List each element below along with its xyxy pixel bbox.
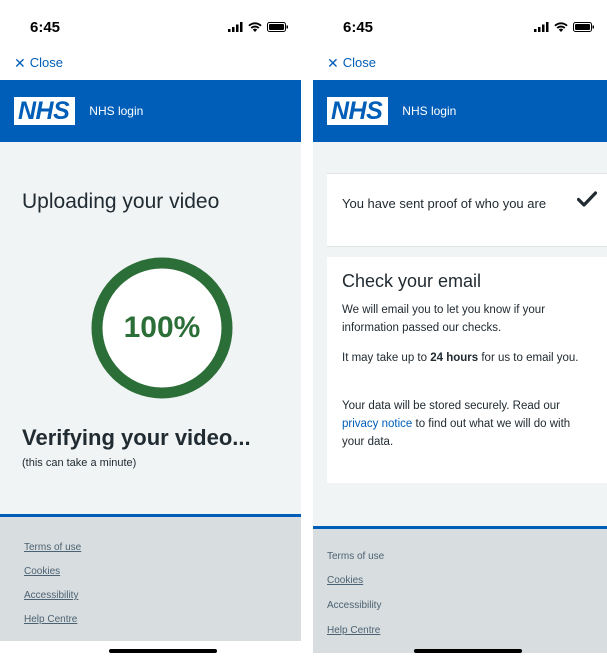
check-email-card: Check your email We will email you to le… <box>327 257 607 483</box>
verifying-heading: Verifying your video... <box>22 425 251 450</box>
home-indicator[interactable] <box>109 649 217 653</box>
progress-percentage: 100% <box>123 311 201 344</box>
close-icon: ✕ <box>14 54 26 71</box>
close-label: Close <box>29 55 63 70</box>
screenshot-stage: 6:45 ✕ Close NHS NHS login Uploading you… <box>0 0 607 659</box>
email-paragraph-notify: We will email you to let you know if you… <box>342 304 546 334</box>
verifying-subtext: (this can take a minute) <box>22 457 137 469</box>
status-time: 6:45 <box>30 19 61 36</box>
nhs-header: NHS NHS login <box>0 80 301 142</box>
email-paragraph-privacy: Your data will be stored securely. Read … <box>342 397 592 451</box>
nhs-logo: NHS <box>327 97 389 125</box>
page-title: Uploading your video <box>22 190 220 213</box>
service-name: NHS login <box>89 104 144 118</box>
checkmark-icon <box>576 191 598 212</box>
email-paragraph-timeframe: It may take up to 24 hours for us to ema… <box>342 349 592 367</box>
status-bar: 6:45 <box>0 0 301 48</box>
home-indicator[interactable] <box>414 649 522 653</box>
signal-icon <box>228 22 243 32</box>
privacy-notice-link[interactable]: privacy notice <box>342 418 412 430</box>
wifi-icon <box>248 22 262 32</box>
battery-icon <box>267 22 289 32</box>
signal-icon <box>534 22 549 32</box>
battery-icon <box>573 22 595 32</box>
close-button[interactable]: ✕ Close <box>327 55 376 70</box>
footer-link-cookies[interactable]: Cookies <box>24 566 60 577</box>
confirmation-text: You have sent proof of who you are <box>342 196 547 211</box>
status-icons <box>228 22 289 32</box>
timeframe-text-end: for us to email you. <box>478 352 579 364</box>
footer: Terms of use Cookies Accessibility Help … <box>313 529 607 653</box>
service-name: NHS login <box>402 104 457 118</box>
footer-link-accessibility[interactable]: Accessibility <box>24 590 78 601</box>
footer-link-help-centre[interactable]: Help Centre <box>24 614 77 625</box>
close-label: Close <box>342 55 376 70</box>
email-card-title: Check your email <box>342 271 482 291</box>
footer-link-terms[interactable]: Terms of use <box>24 542 81 553</box>
phone-screen-uploading: 6:45 ✕ Close NHS NHS login Uploading you… <box>0 0 301 659</box>
status-time: 6:45 <box>343 19 374 36</box>
nhs-header: NHS NHS login <box>313 80 607 142</box>
footer-link-terms[interactable]: Terms of use <box>327 551 384 562</box>
nhs-logo: NHS <box>14 97 76 125</box>
footer: Terms of use Cookies Accessibility Help … <box>0 517 301 641</box>
privacy-text: Your data will be stored securely. Read … <box>342 400 560 412</box>
phone-screen-check-email: 6:45 ✕ Close NHS NHS login You have sent… <box>313 0 607 659</box>
confirmation-card: You have sent proof of who you are <box>327 173 607 247</box>
footer-link-help-centre[interactable]: Help Centre <box>327 625 380 636</box>
status-bar: 6:45 <box>313 0 607 48</box>
timeframe-text: It may take up to <box>342 352 431 364</box>
wifi-icon <box>554 22 568 32</box>
timeframe-hours: 24 hours <box>430 352 479 364</box>
footer-link-cookies[interactable]: Cookies <box>327 575 363 586</box>
footer-link-accessibility[interactable]: Accessibility <box>327 600 381 611</box>
close-button[interactable]: ✕ Close <box>14 55 63 70</box>
close-icon: ✕ <box>327 54 339 71</box>
status-icons <box>534 22 595 32</box>
